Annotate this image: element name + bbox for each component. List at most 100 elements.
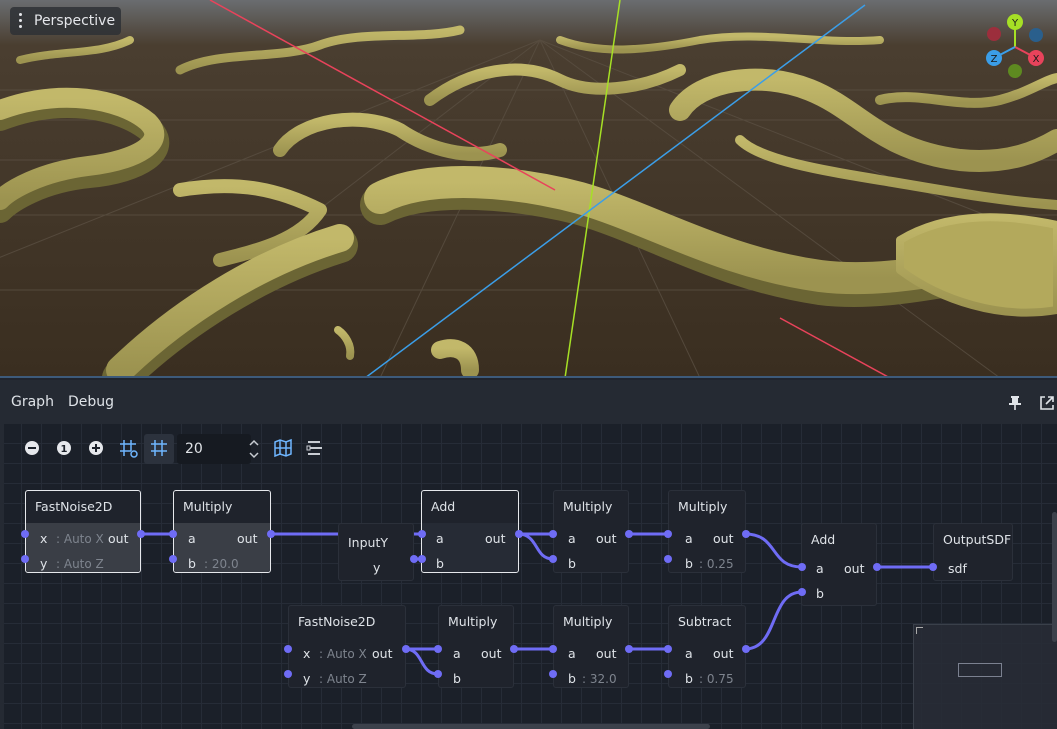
port-dot[interactable] xyxy=(742,530,750,538)
port-out-label: out xyxy=(481,646,502,661)
node-title: Multiply xyxy=(183,499,233,514)
port-x-hint: : Auto X xyxy=(56,532,104,546)
horizontal-scrollbar[interactable] xyxy=(352,724,710,729)
port-a-label: a xyxy=(568,646,576,661)
port-dot[interactable] xyxy=(664,555,672,563)
kebab-menu-icon xyxy=(19,13,23,31)
orientation-gizmo[interactable]: Y X Z xyxy=(982,12,1048,82)
port-dot[interactable] xyxy=(510,645,518,653)
port-b-label: b xyxy=(685,556,693,571)
port-b-label: b xyxy=(816,586,824,601)
port-dot[interactable] xyxy=(284,670,292,678)
port-a-label: a xyxy=(436,531,444,546)
port-dot[interactable] xyxy=(284,645,292,653)
port-dot[interactable] xyxy=(664,670,672,678)
node-add-1[interactable]: Add a out b xyxy=(421,490,519,573)
port-a-label: a xyxy=(685,646,693,661)
perspective-menu-button[interactable]: Perspective xyxy=(10,7,122,35)
port-b-hint: : 0.75 xyxy=(699,672,734,686)
port-dot[interactable] xyxy=(742,645,750,653)
node-title: Add xyxy=(811,532,836,547)
node-add-2[interactable]: Add a out b xyxy=(801,523,877,606)
node-graph-canvas[interactable]: 1 20 FastNoise2D x: Auto X out y: Auto… xyxy=(4,424,1057,729)
minimap-resize-handle[interactable] xyxy=(916,627,923,634)
port-b-label: b xyxy=(685,671,693,686)
port-b-hint: : 20.0 xyxy=(204,557,239,571)
node-multiply-2[interactable]: Multiply a out b xyxy=(553,490,629,573)
port-y-hint: : Auto Z xyxy=(319,672,367,686)
port-out-label: out xyxy=(713,646,734,661)
port-dot[interactable] xyxy=(549,645,557,653)
port-x-label: x xyxy=(303,646,311,661)
port-out-label: out xyxy=(596,646,617,661)
node-title: FastNoise2D xyxy=(35,499,113,514)
node-title: Multiply xyxy=(678,499,728,514)
bottom-panel: Graph Debug 1 20 FastNoise2D x: Auto X … xyxy=(0,380,1057,729)
port-b-hint: : 32.0 xyxy=(582,672,617,686)
perspective-label: Perspective xyxy=(34,13,116,29)
port-dot[interactable] xyxy=(664,645,672,653)
node-title: Multiply xyxy=(563,614,613,629)
port-b-label: b xyxy=(453,671,461,686)
port-x-label: x xyxy=(40,531,48,546)
port-dot[interactable] xyxy=(549,530,557,538)
port-sdf-label: sdf xyxy=(948,561,967,576)
node-multiply-3[interactable]: Multiply a out b : 0.25 xyxy=(668,490,746,573)
pin-icon[interactable] xyxy=(1007,395,1023,411)
vertical-scrollbar[interactable] xyxy=(1052,512,1057,642)
port-dot[interactable] xyxy=(549,555,557,563)
port-dot[interactable] xyxy=(625,645,633,653)
port-dot[interactable] xyxy=(515,530,523,538)
graph-minimap[interactable] xyxy=(913,624,1057,729)
tab-debug[interactable]: Debug xyxy=(68,394,114,410)
port-dot[interactable] xyxy=(434,645,442,653)
port-dot[interactable] xyxy=(929,563,937,571)
port-dot[interactable] xyxy=(21,555,29,563)
port-out-label: out xyxy=(237,531,258,546)
node-subtract[interactable]: Subtract a out b : 0.75 xyxy=(668,605,746,688)
port-a-label: a xyxy=(816,561,824,576)
node-multiply-5[interactable]: Multiply a out b : 32.0 xyxy=(553,605,629,688)
node-multiply-1[interactable]: Multiply a out b : 20.0 xyxy=(173,490,271,573)
tab-graph[interactable]: Graph xyxy=(11,394,54,410)
node-title: OutputSDF xyxy=(943,532,1012,547)
node-multiply-4[interactable]: Multiply a out b xyxy=(438,605,514,688)
port-b-label: b xyxy=(188,556,196,571)
port-out-label: out xyxy=(108,531,129,546)
port-dot[interactable] xyxy=(169,530,177,538)
node-title: Multiply xyxy=(563,499,613,514)
node-title: Add xyxy=(431,499,456,514)
port-dot[interactable] xyxy=(798,588,806,596)
port-dot[interactable] xyxy=(798,563,806,571)
port-dot[interactable] xyxy=(21,530,29,538)
node-outputsdf[interactable]: OutputSDF sdf xyxy=(933,523,1013,581)
port-dot[interactable] xyxy=(402,645,410,653)
port-dot[interactable] xyxy=(434,670,442,678)
port-a-label: a xyxy=(188,531,196,546)
popout-window-icon[interactable] xyxy=(1039,395,1055,411)
port-dot[interactable] xyxy=(664,530,672,538)
port-dot[interactable] xyxy=(549,670,557,678)
port-dot[interactable] xyxy=(625,530,633,538)
port-dot[interactable] xyxy=(169,555,177,563)
port-out-label: out xyxy=(596,531,617,546)
port-y-hint: : Auto Z xyxy=(56,557,104,571)
terrain-scene xyxy=(0,0,1057,376)
node-title: Subtract xyxy=(678,614,732,629)
3d-viewport[interactable]: Perspective Y X Z xyxy=(0,0,1057,378)
node-fastnoise2d-2[interactable]: FastNoise2D x : Auto X out y : Auto Z xyxy=(288,605,406,688)
port-dot[interactable] xyxy=(410,555,418,563)
node-inputy[interactable]: InputY y xyxy=(338,523,414,581)
port-dot[interactable] xyxy=(873,563,881,571)
graph-connections xyxy=(138,532,935,676)
minimap-viewport-rect[interactable] xyxy=(958,663,1002,677)
node-fastnoise2d-1[interactable]: FastNoise2D x : Auto X out y : Auto Z xyxy=(25,490,141,573)
port-dot[interactable] xyxy=(418,530,426,538)
port-y-label: y xyxy=(373,560,381,575)
port-a-label: a xyxy=(453,646,461,661)
port-dot[interactable] xyxy=(267,530,275,538)
port-dot[interactable] xyxy=(418,555,426,563)
port-b-label: b xyxy=(568,556,576,571)
port-out-label: out xyxy=(372,646,393,661)
port-dot[interactable] xyxy=(137,530,145,538)
